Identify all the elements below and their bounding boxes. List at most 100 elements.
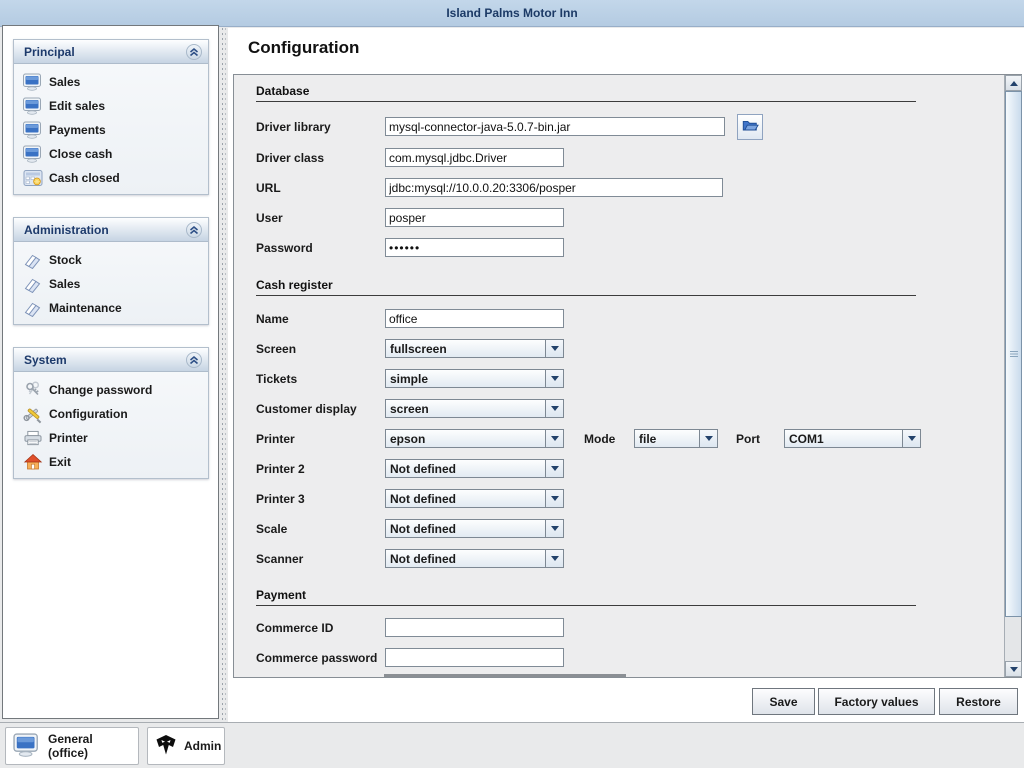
customer-display-label: Customer display [256,400,357,418]
name-label: Name [256,310,289,328]
password-label: Password [256,239,313,257]
statusbar: General (office) Admin [0,722,1024,768]
current-user-button[interactable]: General (office) [5,727,139,765]
sidebar-panel-administration: Administration Stock Sales Maintenance [13,217,209,325]
sidebar-item-configuration[interactable]: Configuration [22,402,204,426]
url-label: URL [256,179,281,197]
chevron-down-icon [545,400,563,417]
book-icon [22,298,44,318]
mode-label: Mode [584,430,615,448]
tools-icon [22,404,44,424]
section-rule [256,605,916,606]
panel-title: Administration [24,223,186,237]
panel-header-system[interactable]: System [14,348,208,372]
keys-icon [22,380,44,400]
browse-driver-button[interactable] [737,114,763,140]
customer-display-select[interactable]: screen [385,399,564,418]
sidebar-item-maintenance[interactable]: Maintenance [22,296,204,320]
sidebar-item-admin-sales[interactable]: Sales [22,272,204,296]
restore-button[interactable]: Restore [939,688,1018,715]
user-label: User [256,209,283,227]
horizontal-scrollbar-thumb[interactable] [384,674,626,677]
section-heading-database: Database [256,84,309,98]
printer-label: Printer [256,430,295,448]
vertical-scrollbar [1004,75,1021,677]
scrollbar-grip [1010,351,1018,357]
sidebar-panel-principal: Principal Sales Edit sales Payments [13,39,209,195]
book-icon [22,250,44,270]
section-rule [256,101,916,102]
commerce-password-input[interactable] [385,648,564,667]
sidebar: Principal Sales Edit sales Payments [2,25,219,719]
printer2-label: Printer 2 [256,460,305,478]
configuration-scrollpane: Database Driver library Driver class URL… [233,74,1022,678]
url-input[interactable] [385,178,723,197]
chevron-double-up-icon[interactable] [186,352,202,368]
screen-label: Screen [256,340,296,358]
sidebar-item-sales[interactable]: Sales [22,70,204,94]
monitor-icon [22,120,44,140]
tickets-select[interactable]: simple [385,369,564,388]
scanner-select[interactable]: Not defined [385,549,564,568]
monitor-icon [22,96,44,116]
titlebar: Island Palms Motor Inn [0,0,1024,27]
page-title: Configuration [248,38,359,58]
printer3-label: Printer 3 [256,490,305,508]
cash-name-input[interactable] [385,309,564,328]
section-heading-cash-register: Cash register [256,278,333,292]
monitor-icon [22,72,44,92]
chevron-down-icon [545,490,563,507]
admin-user-button[interactable]: Admin [147,727,225,765]
driver-class-input[interactable] [385,148,564,167]
app-window: Island Palms Motor Inn Principal Sales E… [0,0,1024,768]
screen-select[interactable]: fullscreen [385,339,564,358]
printer3-select[interactable]: Not defined [385,489,564,508]
section-heading-payment: Payment [256,588,306,602]
chevron-down-icon [545,340,563,357]
tickets-label: Tickets [256,370,297,388]
chevron-double-up-icon[interactable] [186,44,202,60]
sidebar-item-close-cash[interactable]: Close cash [22,142,204,166]
printer2-select[interactable]: Not defined [385,459,564,478]
sidebar-item-stock[interactable]: Stock [22,248,204,272]
panel-title: System [24,353,186,367]
driver-library-input[interactable] [385,117,725,136]
sidebar-item-printer[interactable]: Printer [22,426,204,450]
splitter-handle[interactable] [225,28,226,722]
commerce-id-input[interactable] [385,618,564,637]
sidebar-item-payments[interactable]: Payments [22,118,204,142]
scale-select[interactable]: Not defined [385,519,564,538]
driver-class-label: Driver class [256,149,324,167]
book-icon [22,274,44,294]
chevron-down-icon [545,520,563,537]
panel-header-principal[interactable]: Principal [14,40,208,64]
splitter-handle[interactable] [222,28,223,722]
section-rule [256,295,916,296]
sidebar-item-cash-closed[interactable]: Cash closed [22,166,204,190]
sidebar-item-change-password[interactable]: Change password [22,378,204,402]
vertical-scrollbar-thumb[interactable] [1005,91,1022,617]
calculator-icon [22,168,44,188]
factory-values-button[interactable]: Factory values [818,688,935,715]
main-panel: Configuration Database Driver library Dr… [228,28,1024,722]
chevron-double-up-icon[interactable] [186,222,202,238]
sidebar-item-edit-sales[interactable]: Edit sales [22,94,204,118]
port-label: Port [736,430,760,448]
mode-select[interactable]: file [634,429,718,448]
password-input[interactable] [385,238,564,257]
window-title: Island Palms Motor Inn [446,6,577,20]
scroll-up-button[interactable] [1005,75,1022,91]
chevron-down-icon [545,550,563,567]
user-input[interactable] [385,208,564,227]
panel-title: Principal [24,45,186,59]
port-select[interactable]: COM1 [784,429,921,448]
monitor-icon [12,732,42,761]
panel-header-administration[interactable]: Administration [14,218,208,242]
save-button[interactable]: Save [752,688,815,715]
commerce-password-label: Commerce password [256,649,377,667]
scale-label: Scale [256,520,287,538]
scroll-down-button[interactable] [1005,661,1022,677]
sidebar-item-exit[interactable]: Exit [22,450,204,474]
printer-select[interactable]: epson [385,429,564,448]
home-icon [22,452,44,472]
